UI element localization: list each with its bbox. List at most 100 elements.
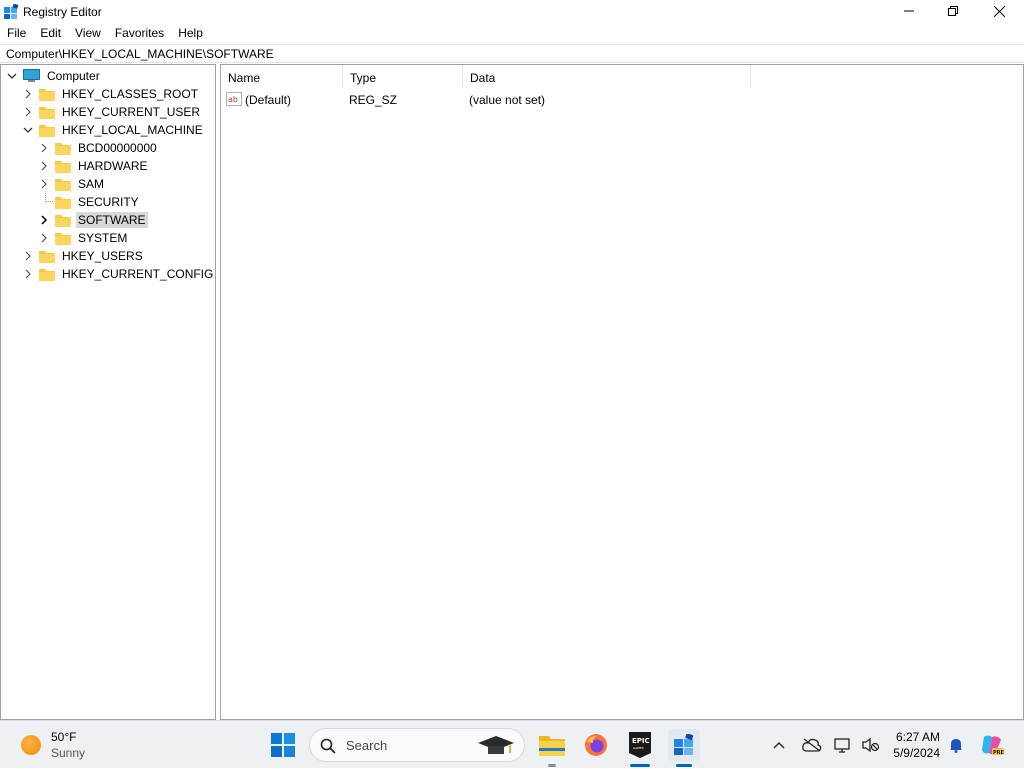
- tree-node-sam[interactable]: SAM: [39, 175, 106, 193]
- volume-muted-icon: [862, 737, 880, 753]
- chevron-right-icon[interactable]: [39, 179, 49, 189]
- search-icon: [320, 738, 336, 754]
- chevron-up-icon: [773, 742, 785, 749]
- start-button[interactable]: [267, 729, 299, 761]
- tree-node-hardware[interactable]: HARDWARE: [39, 157, 150, 175]
- tree-label: HKEY_CURRENT_USER: [62, 105, 201, 119]
- folder-open-icon: [39, 124, 55, 137]
- weather-condition: Sunny: [51, 746, 86, 760]
- folder-icon: [39, 106, 55, 119]
- tree-node-computer[interactable]: Computer: [7, 67, 102, 85]
- restore-icon: [948, 6, 958, 16]
- column-header-data[interactable]: Data: [463, 65, 751, 87]
- registry-editor-taskbar-button[interactable]: [668, 729, 700, 761]
- menu-favorites[interactable]: Favorites: [108, 24, 171, 43]
- network-button[interactable]: [828, 729, 858, 761]
- menu-view[interactable]: View: [68, 24, 108, 43]
- tree-label: HKEY_USERS: [62, 249, 143, 263]
- close-button[interactable]: [976, 0, 1022, 22]
- menu-edit[interactable]: Edit: [33, 24, 68, 43]
- svg-text:ab: ab: [228, 95, 238, 104]
- firefox-icon: [585, 734, 607, 756]
- tree-node-security[interactable]: SECURITY: [39, 193, 141, 211]
- value-data: (value not set): [469, 93, 546, 107]
- svg-text:GAMES: GAMES: [633, 746, 644, 750]
- menu-bar: File Edit View Favorites Help: [0, 24, 210, 43]
- close-icon: [993, 5, 1005, 17]
- tree-label: HKEY_LOCAL_MACHINE: [62, 123, 203, 137]
- notifications-button[interactable]: [942, 729, 970, 761]
- menu-help[interactable]: Help: [171, 24, 210, 43]
- clock-time: 6:27 AM: [895, 730, 940, 744]
- values-list-pane[interactable]: Name Type Data ab (Default) REG_SZ (valu…: [220, 64, 1024, 720]
- tree-node-hklm[interactable]: HKEY_LOCAL_MACHINE: [23, 121, 205, 139]
- tree-node-software[interactable]: SOFTWARE: [39, 211, 148, 229]
- tree-label: Computer: [47, 69, 100, 83]
- chevron-right-icon[interactable]: [23, 107, 33, 117]
- maximize-button[interactable]: [930, 0, 976, 22]
- address-path[interactable]: Computer\HKEY_LOCAL_MACHINE\SOFTWARE: [6, 47, 274, 61]
- clock-date: 5/9/2024: [893, 746, 940, 760]
- tree-label: HKEY_CURRENT_CONFIG: [62, 267, 214, 281]
- epic-games-button[interactable]: EPIC GAMES: [624, 729, 656, 761]
- graduation-cap-icon: [478, 736, 514, 754]
- address-bar[interactable]: Computer\HKEY_LOCAL_MACHINE\SOFTWARE: [0, 44, 1024, 63]
- minimize-button[interactable]: [886, 0, 932, 22]
- running-indicator: [548, 764, 556, 767]
- folder-icon: [55, 232, 71, 245]
- registry-editor-icon: [674, 734, 694, 755]
- column-header-name[interactable]: Name: [221, 65, 343, 87]
- folder-icon: [55, 178, 71, 191]
- file-explorer-button[interactable]: [536, 729, 568, 761]
- bell-icon: [950, 739, 962, 753]
- active-indicator: [630, 764, 650, 767]
- folder-icon: [55, 142, 71, 155]
- active-indicator: [676, 764, 692, 767]
- weather-widget[interactable]: 50°F Sunny: [14, 721, 104, 769]
- chevron-right-icon[interactable]: [23, 269, 33, 279]
- svg-text:EPIC: EPIC: [632, 737, 650, 745]
- chevron-right-icon[interactable]: [39, 161, 49, 171]
- search-placeholder: Search: [346, 738, 388, 753]
- network-icon: [834, 738, 850, 753]
- show-hidden-icons-button[interactable]: [764, 729, 794, 761]
- taskbar: 50°F Sunny Search EPIC GAMES 6:27 AM 5/9…: [0, 720, 1024, 768]
- onedrive-button[interactable]: [797, 729, 827, 761]
- key-tree-pane[interactable]: Computer HKEY_CLASSES_ROOT HKEY_CURRENT_…: [0, 64, 216, 720]
- tree-label: BCD00000000: [78, 141, 157, 155]
- tree-node-hkcu[interactable]: HKEY_CURRENT_USER: [23, 103, 202, 121]
- chevron-right-icon[interactable]: [39, 233, 49, 243]
- column-header-type[interactable]: Type: [343, 65, 463, 87]
- weather-temperature: 50°F: [51, 730, 77, 744]
- tree-node-system[interactable]: SYSTEM: [39, 229, 129, 247]
- tree-label: HKEY_CLASSES_ROOT: [62, 87, 199, 101]
- taskbar-search[interactable]: Search: [309, 728, 525, 762]
- chevron-right-icon[interactable]: [39, 215, 49, 225]
- tree-label: SYSTEM: [78, 231, 128, 245]
- tree-node-bcd[interactable]: BCD00000000: [39, 139, 159, 157]
- svg-text:PRE: PRE: [993, 750, 1004, 756]
- value-type: REG_SZ: [349, 93, 398, 107]
- file-explorer-icon: [539, 736, 565, 756]
- chevron-right-icon[interactable]: [23, 251, 33, 261]
- tree-node-hkcc[interactable]: HKEY_CURRENT_CONFIG: [23, 265, 215, 283]
- chevron-down-icon[interactable]: [23, 125, 33, 135]
- firefox-button[interactable]: [580, 729, 612, 761]
- folder-icon: [55, 160, 71, 173]
- chevron-right-icon[interactable]: [23, 89, 33, 99]
- chevron-right-icon[interactable]: [39, 143, 49, 153]
- window-title: Registry Editor: [23, 5, 102, 19]
- tree-label: SECURITY: [78, 195, 139, 209]
- volume-button[interactable]: [856, 729, 886, 761]
- chevron-down-icon[interactable]: [7, 71, 17, 81]
- copilot-icon: PRE: [982, 735, 1004, 756]
- tree-label-selected: SOFTWARE: [76, 212, 148, 228]
- windows-logo-icon: [271, 733, 295, 757]
- menu-file[interactable]: File: [0, 24, 33, 43]
- tree-node-hku[interactable]: HKEY_USERS: [23, 247, 145, 265]
- tree-node-hkcr[interactable]: HKEY_CLASSES_ROOT: [23, 85, 200, 103]
- value-row[interactable]: ab (Default) REG_SZ (value not set): [226, 91, 746, 109]
- folder-icon: [39, 268, 55, 281]
- minimize-icon: [904, 10, 914, 12]
- copilot-button[interactable]: PRE: [976, 729, 1008, 761]
